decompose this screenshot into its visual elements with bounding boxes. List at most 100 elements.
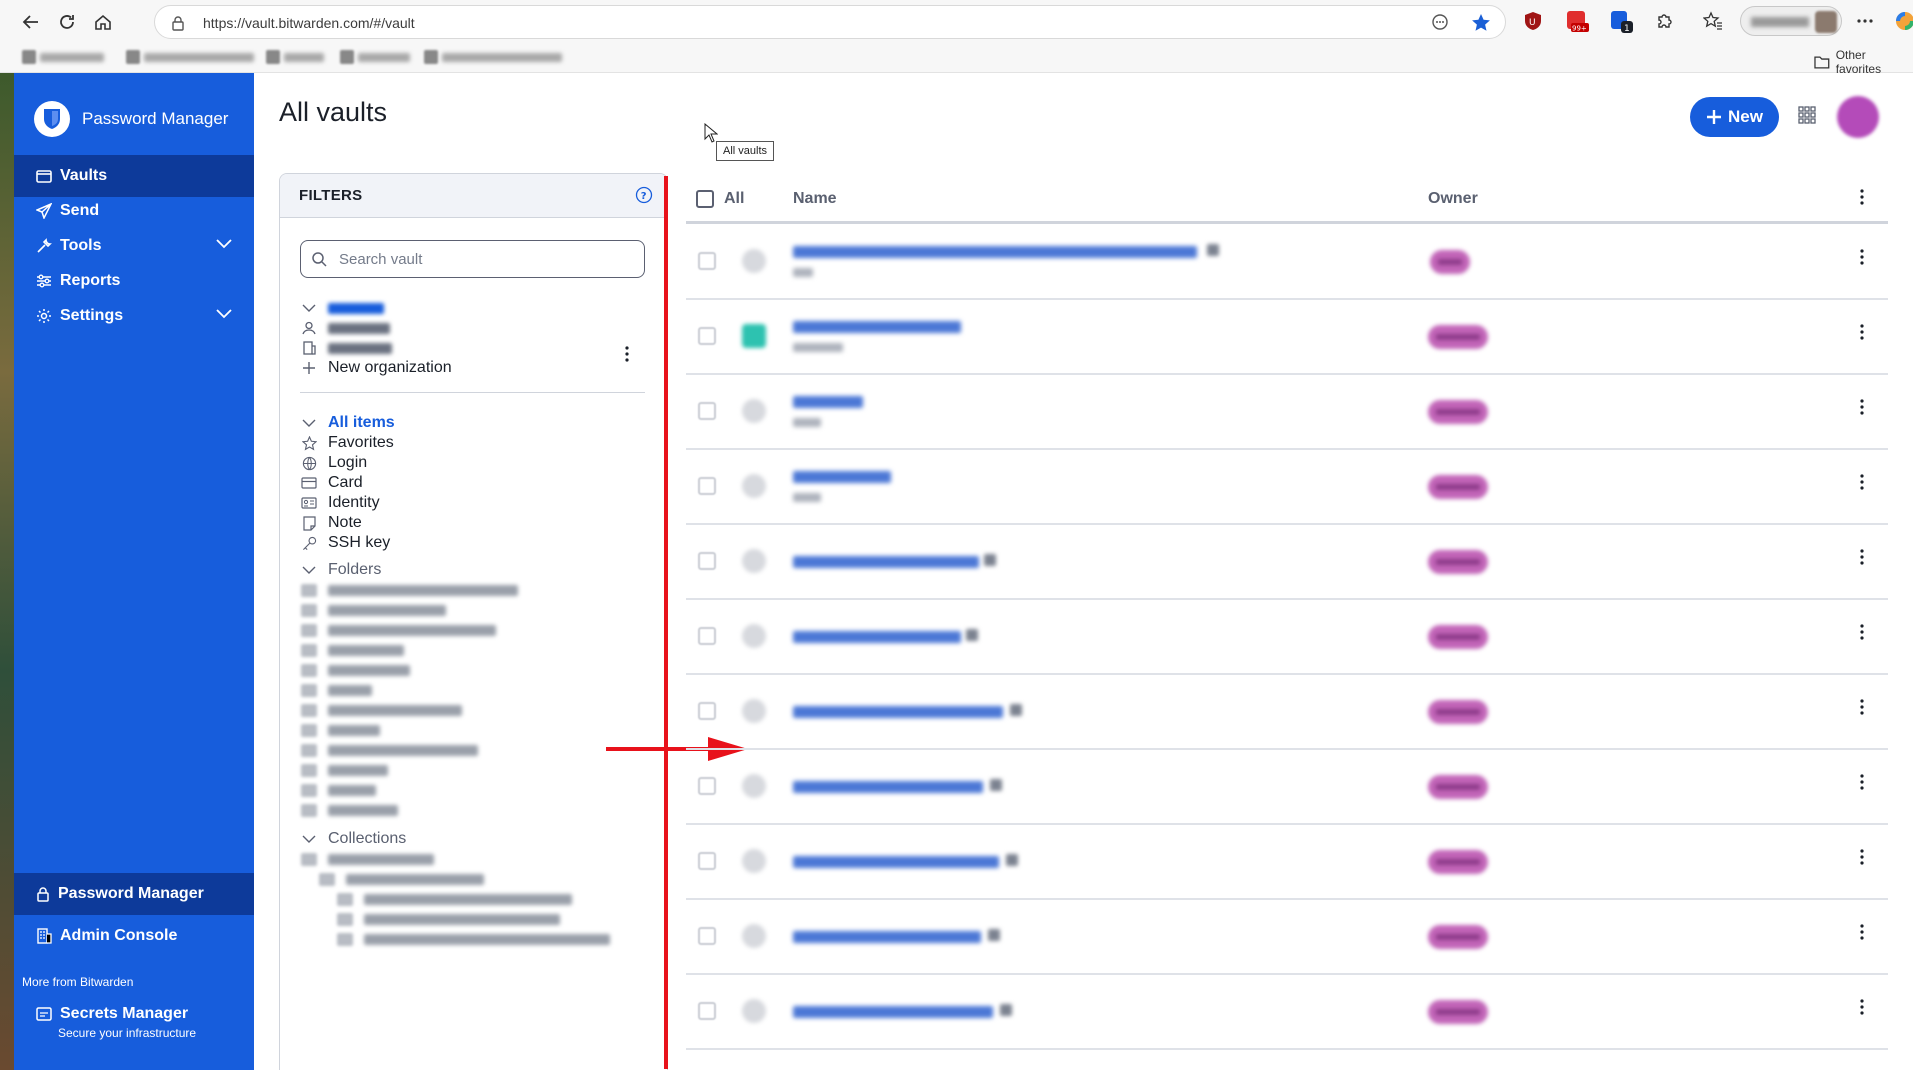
folder-item[interactable] xyxy=(300,799,398,821)
collection-item[interactable] xyxy=(336,888,572,910)
row-options-kebab-icon[interactable] xyxy=(1860,474,1864,490)
bookmark-redacted[interactable] xyxy=(340,50,410,64)
ublock-extension-icon[interactable]: U xyxy=(1520,8,1546,34)
row-options-kebab-icon[interactable] xyxy=(1860,774,1864,790)
row-checkbox[interactable] xyxy=(698,927,716,945)
folder-item[interactable] xyxy=(300,759,388,781)
table-row[interactable] xyxy=(686,825,1888,900)
collection-item[interactable] xyxy=(336,908,560,930)
folder-item[interactable] xyxy=(300,779,376,801)
address-bar[interactable]: https://vault.bitwarden.com/#/vault xyxy=(154,5,1506,39)
reload-button[interactable] xyxy=(52,7,82,37)
home-button[interactable] xyxy=(88,7,118,37)
item-name-redacted[interactable] xyxy=(793,471,891,483)
folder-item[interactable] xyxy=(300,679,372,701)
vault-filter-organization[interactable] xyxy=(300,337,392,359)
collections-header[interactable]: Collections xyxy=(300,828,406,850)
item-name-redacted[interactable] xyxy=(793,556,979,568)
row-checkbox[interactable] xyxy=(698,252,716,270)
vault-filter-all-vaults[interactable] xyxy=(300,297,384,319)
new-item-button[interactable]: New xyxy=(1690,97,1779,137)
product-logo[interactable]: Password Manager xyxy=(34,101,228,137)
table-row[interactable] xyxy=(686,375,1888,450)
type-filter-all-items[interactable]: All items xyxy=(300,412,395,434)
row-checkbox[interactable] xyxy=(698,327,716,345)
type-filter-note[interactable]: Note xyxy=(300,512,362,534)
bookmark-redacted[interactable] xyxy=(266,50,324,64)
organization-options-kebab-icon[interactable] xyxy=(625,346,629,362)
item-name-redacted[interactable] xyxy=(793,1006,993,1018)
bookmark-redacted[interactable] xyxy=(126,50,254,64)
row-options-kebab-icon[interactable] xyxy=(1860,624,1864,640)
folder-item[interactable] xyxy=(300,659,410,681)
pdf-extension-icon[interactable]: 99+ xyxy=(1564,8,1590,34)
type-filter-favorites[interactable]: Favorites xyxy=(300,432,394,454)
type-filter-card[interactable]: Card xyxy=(300,472,363,494)
folder-item[interactable] xyxy=(300,739,478,761)
row-options-kebab-icon[interactable] xyxy=(1860,924,1864,940)
bookmark-redacted[interactable] xyxy=(22,50,104,64)
item-name-redacted[interactable] xyxy=(793,321,961,333)
profile-button[interactable] xyxy=(1740,6,1842,36)
favorite-star-icon[interactable] xyxy=(1471,13,1491,33)
folder-item[interactable] xyxy=(300,599,446,621)
owner-column-header[interactable]: Owner xyxy=(1428,190,1478,208)
new-organization-link[interactable]: New organization xyxy=(300,357,452,379)
row-checkbox[interactable] xyxy=(698,402,716,420)
row-checkbox[interactable] xyxy=(698,777,716,795)
table-row[interactable] xyxy=(686,450,1888,525)
row-checkbox[interactable] xyxy=(698,552,716,570)
bitwarden-extension-icon[interactable]: 1 xyxy=(1608,8,1634,34)
secrets-manager-link[interactable]: Secrets Manager Secure your infrastructu… xyxy=(36,1005,196,1040)
name-column-header[interactable]: Name xyxy=(793,190,837,208)
other-favorites[interactable]: Other favorites xyxy=(1814,48,1913,76)
row-options-kebab-icon[interactable] xyxy=(1860,699,1864,715)
read-aloud-icon[interactable] xyxy=(1431,13,1449,31)
folders-header[interactable]: Folders xyxy=(300,559,381,581)
item-name-redacted[interactable] xyxy=(793,931,981,943)
back-button[interactable] xyxy=(16,7,46,37)
row-checkbox[interactable] xyxy=(698,852,716,870)
table-row[interactable] xyxy=(686,975,1888,1050)
row-options-kebab-icon[interactable] xyxy=(1860,849,1864,865)
folder-item[interactable] xyxy=(300,579,518,601)
row-options-kebab-icon[interactable] xyxy=(1860,324,1864,340)
row-checkbox[interactable] xyxy=(698,702,716,720)
switcher-admin-console[interactable]: Admin Console xyxy=(14,915,254,957)
search-vault-input[interactable]: Search vault xyxy=(300,240,645,278)
folder-item[interactable] xyxy=(300,719,380,741)
table-row[interactable] xyxy=(686,600,1888,675)
item-name-redacted[interactable] xyxy=(793,246,1197,258)
bulk-options-kebab-icon[interactable] xyxy=(1860,189,1864,205)
row-checkbox[interactable] xyxy=(698,627,716,645)
item-name-redacted[interactable] xyxy=(793,856,999,868)
collection-item[interactable] xyxy=(318,868,484,890)
collection-item[interactable] xyxy=(336,928,610,950)
row-checkbox[interactable] xyxy=(698,477,716,495)
folder-item[interactable] xyxy=(300,699,462,721)
row-checkbox[interactable] xyxy=(698,1002,716,1020)
favorites-star-list-icon[interactable] xyxy=(1700,8,1726,34)
table-row[interactable] xyxy=(686,750,1888,825)
table-row[interactable] xyxy=(686,225,1888,300)
table-row[interactable] xyxy=(686,675,1888,750)
table-row[interactable] xyxy=(686,525,1888,600)
row-options-kebab-icon[interactable] xyxy=(1860,249,1864,265)
folder-item[interactable] xyxy=(300,619,496,641)
bookmark-redacted[interactable] xyxy=(424,50,562,64)
item-name-redacted[interactable] xyxy=(793,396,863,408)
table-row[interactable] xyxy=(686,300,1888,375)
item-name-redacted[interactable] xyxy=(793,631,961,643)
more-menu-icon[interactable] xyxy=(1852,8,1878,34)
help-icon[interactable]: ? xyxy=(635,186,653,204)
type-filter-login[interactable]: Login xyxy=(300,452,367,474)
row-options-kebab-icon[interactable] xyxy=(1860,549,1864,565)
table-row[interactable] xyxy=(686,900,1888,975)
row-options-kebab-icon[interactable] xyxy=(1860,999,1864,1015)
nav-settings[interactable]: Settings xyxy=(14,295,254,337)
select-all-checkbox[interactable] xyxy=(696,190,714,208)
type-filter-identity[interactable]: Identity xyxy=(300,492,380,514)
copilot-icon[interactable] xyxy=(1892,8,1913,34)
collection-item[interactable] xyxy=(300,848,434,870)
switcher-password-manager[interactable]: Password Manager xyxy=(14,873,254,915)
